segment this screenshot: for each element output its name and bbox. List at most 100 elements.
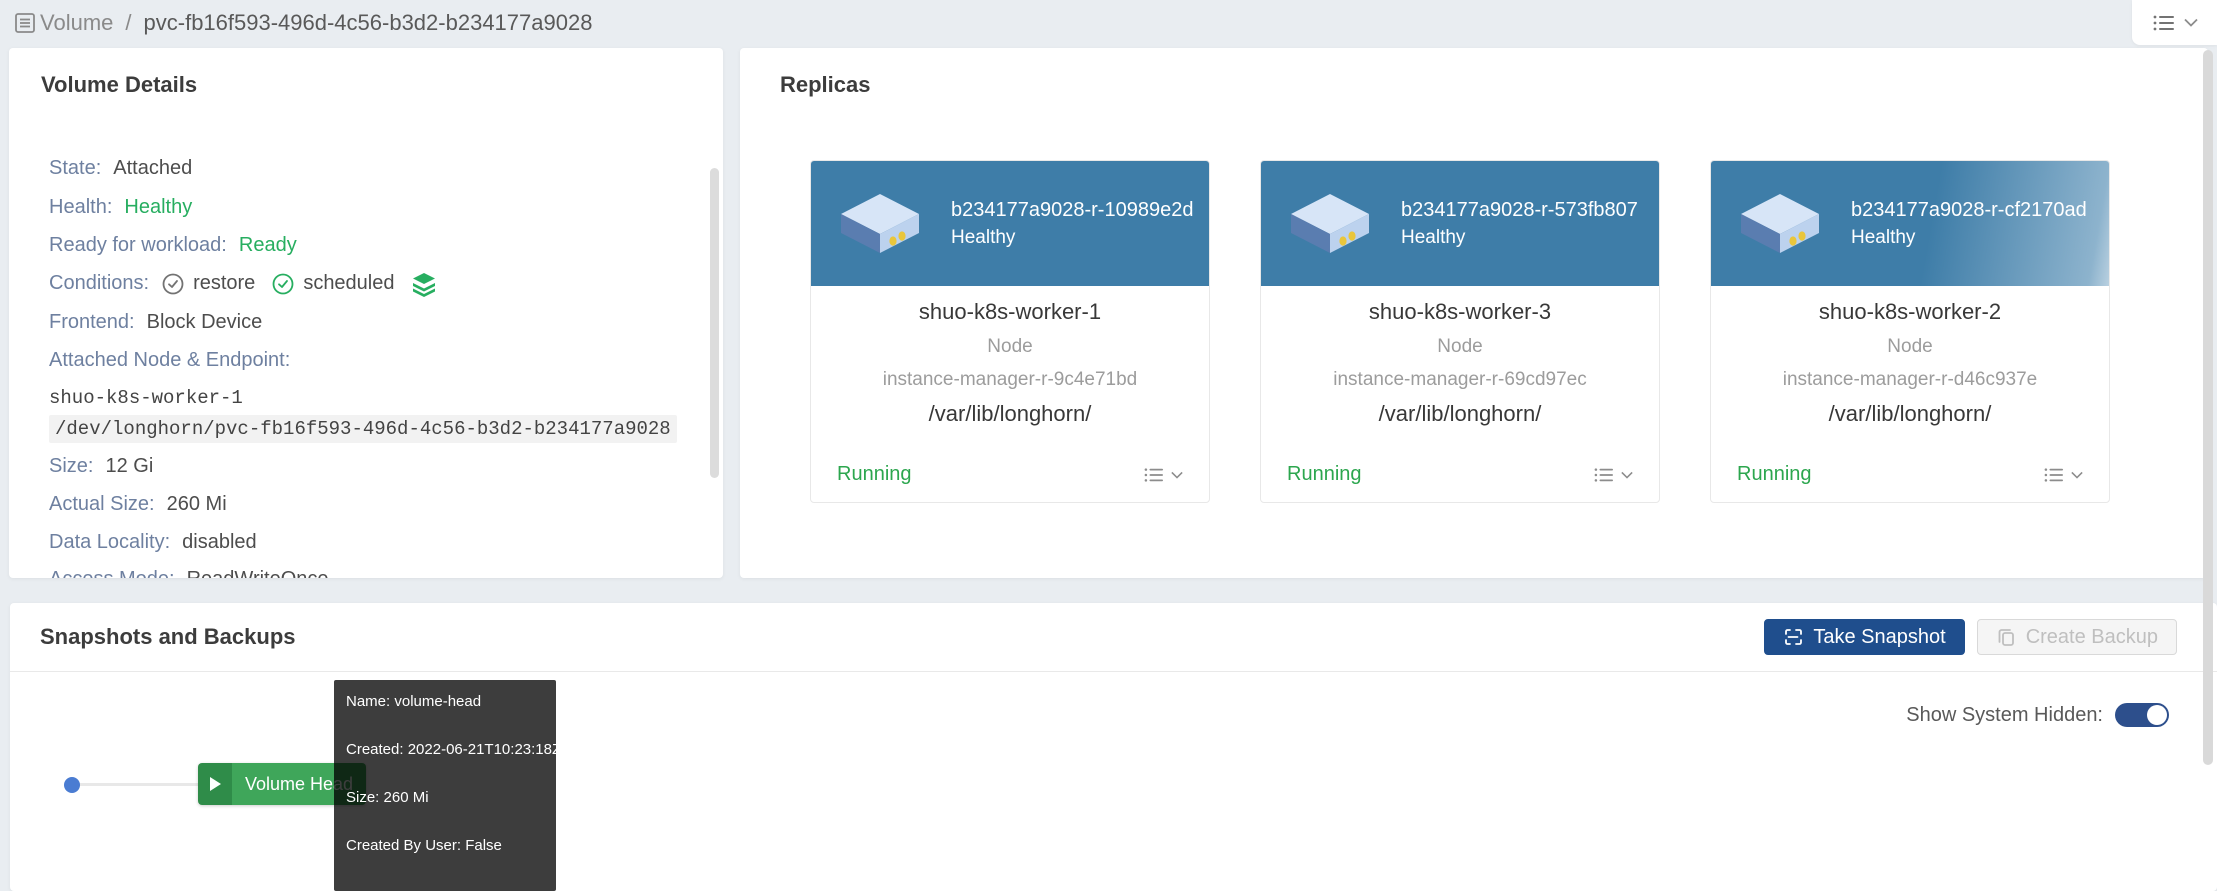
replica-actions-menu[interactable]: [1143, 466, 1183, 484]
attached-endpoint-value: /dev/longhorn/pvc-fb16f593-496d-4c56-b3d…: [49, 416, 677, 448]
snapshots-panel: Snapshots and Backups Take Snapshot Crea…: [10, 603, 2217, 891]
tooltip-name: Name: volume-head: [346, 693, 544, 710]
detail-row-attached-node-label: Attached Node & Endpoint:: [49, 347, 302, 374]
replica-card-header: b234177a9028-r-cf2170ad Healthy: [1711, 161, 2109, 286]
detail-row-state: State: Attached: [49, 155, 192, 182]
detail-row-health: Health: Healthy: [49, 194, 192, 221]
replica-status: Running: [1287, 463, 1362, 486]
replica-name: b234177a9028-r-10989e2d: [951, 196, 1193, 224]
condition-scheduled-label: scheduled: [303, 270, 394, 297]
replica-menu-chevron-icon: [1171, 471, 1183, 479]
tooltip-size: Size: 260 Mi: [346, 789, 544, 806]
replica-menu-chevron-icon: [2071, 471, 2083, 479]
create-backup-button[interactable]: Create Backup: [1977, 619, 2177, 655]
take-snapshot-icon: [1783, 627, 1803, 647]
replica-health: Healthy: [1401, 224, 1638, 251]
detail-row-actual-size: Actual Size:260 Mi: [49, 491, 227, 518]
breadcrumb-volume-link[interactable]: Volume: [40, 10, 113, 36]
endpoint-code: /dev/longhorn/pvc-fb16f593-496d-4c56-b3d…: [49, 415, 677, 443]
layers-icon[interactable]: [411, 271, 437, 297]
breadcrumb: Volume / pvc-fb16f593-496d-4c56-b3d2-b23…: [14, 0, 592, 45]
replica-menu-list-icon: [1593, 466, 1615, 484]
ready-value: Ready: [239, 234, 297, 256]
replica-menu-chevron-icon: [1621, 471, 1633, 479]
toggle-knob: [2147, 705, 2167, 725]
health-label: Health:: [49, 196, 112, 218]
actual-size-label: Actual Size:: [49, 493, 155, 515]
replica-node-label: Node: [811, 330, 1209, 363]
replica-cards-row: b234177a9028-r-10989e2d Healthy shuo-k8s…: [810, 160, 2110, 503]
state-label: State:: [49, 157, 101, 179]
page-actions-menu[interactable]: [2132, 0, 2217, 45]
snapshot-timeline-line: [72, 783, 200, 786]
replica-node-name: shuo-k8s-worker-1: [811, 294, 1209, 330]
replica-node-label: Node: [1711, 330, 2109, 363]
replica-health: Healthy: [951, 224, 1193, 251]
replica-actions-menu[interactable]: [1593, 466, 1633, 484]
replica-instance-manager: instance-manager-r-9c4e71bd: [811, 363, 1209, 396]
attached-node-value: shuo-k8s-worker-1: [49, 385, 243, 412]
divider: [10, 671, 2217, 672]
detail-row-conditions: Conditions: restore scheduled: [49, 270, 437, 297]
attached-node-label: Attached Node & Endpoint:: [49, 349, 290, 371]
replica-instance-manager: instance-manager-r-d46c937e: [1711, 363, 2109, 396]
show-system-hidden-row: Show System Hidden:: [1906, 703, 2169, 727]
detail-row-frontend: Frontend: Block Device: [49, 309, 262, 336]
page-scrollbar[interactable]: [2203, 50, 2213, 765]
restore-check-circle-icon: [161, 272, 185, 296]
create-backup-icon: [1996, 627, 2016, 647]
snapshots-header: Snapshots and Backups Take Snapshot Crea…: [10, 603, 2217, 671]
replica-data-path: /var/lib/longhorn/: [1261, 396, 1659, 432]
replica-card-body: shuo-k8s-worker-1 Node instance-manager-…: [811, 286, 1209, 502]
condition-restore-label: restore: [193, 270, 255, 297]
detail-row-data-locality: Data Locality:disabled: [49, 529, 257, 556]
replica-actions-menu[interactable]: [2043, 466, 2083, 484]
replica-node-name: shuo-k8s-worker-3: [1261, 294, 1659, 330]
breadcrumb-volume-name: pvc-fb16f593-496d-4c56-b3d2-b234177a9028: [144, 10, 593, 36]
menu-list-icon: [2152, 13, 2176, 33]
replicas-panel: Replicas b234177a9028-r-10989e2d Healthy…: [740, 48, 2208, 578]
replica-card: b234177a9028-r-10989e2d Healthy shuo-k8s…: [810, 160, 1210, 503]
volume-icon: [14, 11, 36, 35]
show-system-hidden-toggle[interactable]: [2115, 703, 2169, 727]
health-value: Healthy: [124, 196, 192, 218]
replica-card-body: shuo-k8s-worker-3 Node instance-manager-…: [1261, 286, 1659, 502]
snapshot-point[interactable]: [64, 777, 80, 793]
frontend-value: Block Device: [147, 311, 263, 333]
replica-node-name: shuo-k8s-worker-2: [1711, 294, 2109, 330]
replica-data-path: /var/lib/longhorn/: [1711, 396, 2109, 432]
volume-details-title: Volume Details: [41, 72, 197, 98]
frontend-label: Frontend:: [49, 311, 135, 333]
replica-node-label: Node: [1261, 330, 1659, 363]
play-icon: [198, 763, 232, 805]
tooltip-created: Created: 2022-06-21T10:23:18Z: [346, 741, 544, 758]
size-label: Size:: [49, 455, 93, 477]
disk-icon: [835, 189, 925, 259]
replica-card-body: shuo-k8s-worker-2 Node instance-manager-…: [1711, 286, 2109, 502]
condition-scheduled[interactable]: scheduled: [271, 270, 394, 297]
disk-icon: [1735, 189, 1825, 259]
replica-menu-list-icon: [2043, 466, 2065, 484]
replica-card: b234177a9028-r-573fb807 Healthy shuo-k8s…: [1260, 160, 1660, 503]
replica-card-header: b234177a9028-r-573fb807 Healthy: [1261, 161, 1659, 286]
ready-label: Ready for workload:: [49, 234, 227, 256]
snapshots-title: Snapshots and Backups: [40, 624, 296, 650]
take-snapshot-label: Take Snapshot: [1813, 626, 1945, 649]
replica-name: b234177a9028-r-573fb807: [1401, 196, 1638, 224]
create-backup-label: Create Backup: [2026, 626, 2158, 649]
replica-data-path: /var/lib/longhorn/: [811, 396, 1209, 432]
chevron-down-icon: [2184, 18, 2198, 27]
condition-restore[interactable]: restore: [161, 270, 255, 297]
data-locality-value: disabled: [182, 531, 257, 553]
replica-health: Healthy: [1851, 224, 2087, 251]
access-mode-label: Access Mode:: [49, 568, 175, 578]
volume-details-scrollbar[interactable]: [710, 168, 719, 478]
replica-name: b234177a9028-r-cf2170ad: [1851, 196, 2087, 224]
state-value: Attached: [113, 157, 192, 179]
longhorn-volume-page: Volume / pvc-fb16f593-496d-4c56-b3d2-b23…: [0, 0, 2217, 891]
replica-menu-list-icon: [1143, 466, 1165, 484]
conditions-label: Conditions:: [49, 270, 149, 297]
take-snapshot-button[interactable]: Take Snapshot: [1764, 619, 1964, 655]
snapshot-tooltip: Name: volume-head Created: 2022-06-21T10…: [334, 680, 556, 891]
detail-row-size: Size:12 Gi: [49, 453, 153, 480]
